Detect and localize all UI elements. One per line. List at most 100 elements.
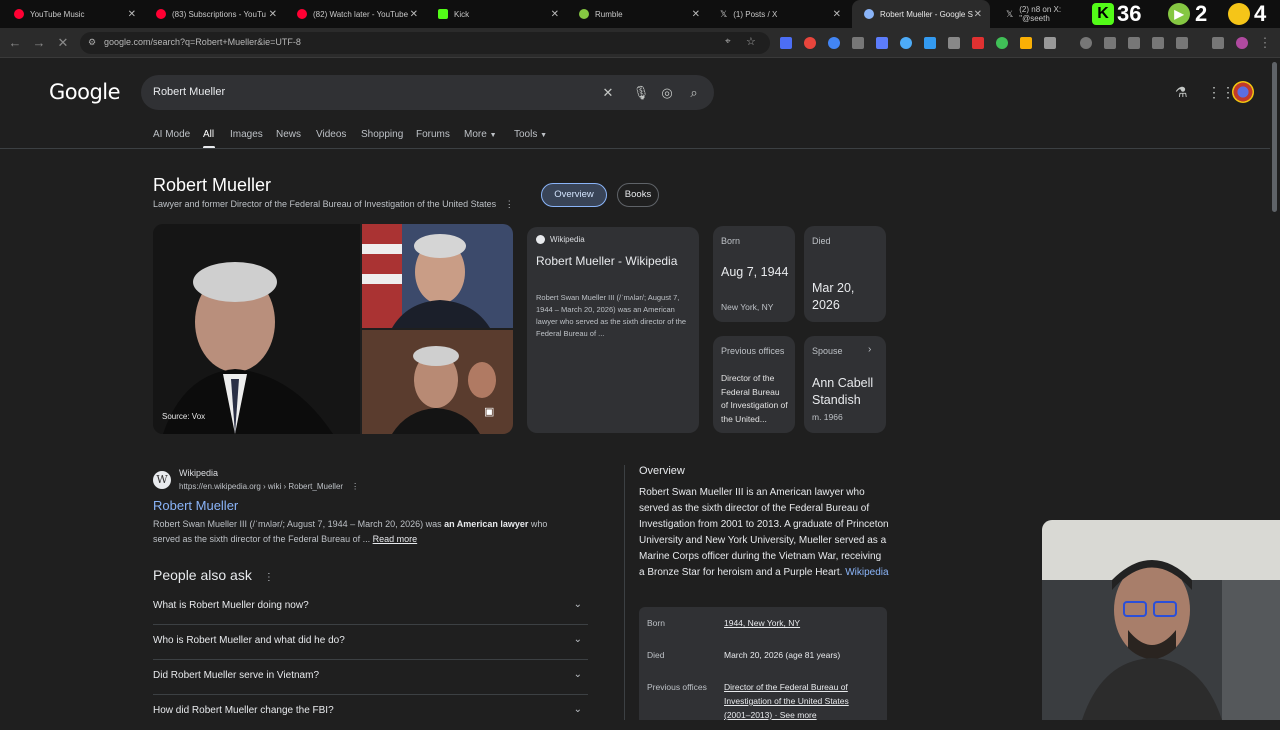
result-site-name: Wikipedia [179,468,219,478]
paa-question[interactable]: How did Robert Mueller change the FBI? ⌄ [153,695,588,730]
extension-icon[interactable] [804,37,816,49]
died-card[interactable]: Died Mar 20, 2026 [804,226,886,322]
history-icon[interactable] [1080,37,1092,49]
location-icon[interactable]: ⌖ [725,36,731,47]
caret-down-icon: ▼ [540,132,548,139]
devtools-icon[interactable] [1104,37,1116,49]
rumble-icon: ▶ [1168,3,1190,25]
downloads-icon[interactable] [1176,37,1188,49]
close-icon[interactable]: ✕ [551,9,559,20]
rumble-icon [579,9,589,19]
portrait-image [362,224,513,328]
fact-value[interactable]: 1944, New York, NY [724,616,800,630]
lens-icon[interactable]: ◎ [658,84,676,102]
google-logo[interactable]: Google [49,80,121,104]
snippet-text: Robert Swan Mueller III (/ˈmʌlər/; Augus… [153,519,445,529]
extensions-puzzle-icon[interactable] [1044,37,1056,49]
tab-more[interactable]: More ▼ [464,129,497,140]
born-card[interactable]: Born Aug 7, 1944 New York, NY [713,226,795,322]
search-input[interactable]: Robert Mueller ✕ 🎙 ◎ ⌕ [141,75,714,110]
tab-rumble[interactable]: Rumble ✕ [567,0,708,28]
extension-icon[interactable] [996,37,1008,49]
fact-label: Died [647,650,665,660]
close-icon[interactable]: ✕ [410,9,418,20]
menu-icon[interactable]: ⋮ [1256,34,1274,52]
x-icon: 𝕏 [720,8,728,19]
extension-icon[interactable] [780,37,792,49]
search-icon[interactable]: ⌕ [685,84,703,102]
tab-x-posts[interactable]: 𝕏 (1) Posts / X ✕ [708,0,849,28]
microphone-icon[interactable]: 🎙 [632,84,650,102]
forward-icon[interactable]: → [30,34,48,52]
close-icon[interactable]: ✕ [833,9,841,20]
tab-google-search[interactable]: Robert Mueller - Google S ✕ [852,0,990,28]
card-label: Spouse [812,346,843,356]
tab-watch-later[interactable]: (82) Watch later - YouTube ✕ [285,0,426,28]
paa-question[interactable]: Who is Robert Mueller and what did he do… [153,625,588,660]
result-title-link[interactable]: Robert Mueller [153,498,238,513]
tab-subscriptions[interactable]: (83) Subscriptions - YouTu ✕ [144,0,285,28]
code-icon[interactable] [1128,37,1140,49]
more-label: More [464,129,487,140]
offices-card[interactable]: Previous offices Director of the Federal… [713,336,795,433]
tab-x-reply[interactable]: 𝕏 (2) n8 on X: "@seeth [994,0,1090,28]
tab-forums[interactable]: Forums [416,129,450,140]
stop-icon[interactable]: ✕ [54,34,72,52]
extension-icon[interactable] [1020,37,1032,49]
card-title: Robert Mueller - Wikipedia [536,254,678,268]
page-scrollbar[interactable] [1272,62,1277,212]
tab-all[interactable]: All [203,129,214,140]
more-options-icon[interactable]: ⋮ [351,482,359,491]
tab-shopping[interactable]: Shopping [361,129,403,140]
address-bar[interactable]: ⚙ google.com/search?q=Robert+Mueller&ie=… [80,32,770,54]
labs-flask-icon[interactable]: ⚗ [1175,84,1188,101]
paa-question[interactable]: What is Robert Mueller doing now? ⌄ [153,590,588,625]
clear-icon[interactable]: ✕ [599,84,617,102]
extension-icon[interactable] [900,37,912,49]
photo-hearing[interactable]: ▣ [362,330,513,434]
tab-videos[interactable]: Videos [316,129,346,140]
pill-overview[interactable]: Overview [541,183,607,207]
main-photo[interactable]: Source: Vox [153,224,360,434]
profile-icon[interactable] [1236,37,1248,49]
back-icon[interactable]: ← [6,34,24,52]
tab-tools[interactable]: Tools ▼ [514,129,547,140]
wikipedia-icon [536,235,545,244]
more-options-icon[interactable]: ⋮ [264,572,274,583]
marriage-year: m. 1966 [812,412,843,422]
webcam-feed [1042,520,1280,720]
avatar[interactable] [1232,81,1254,103]
tab-kick[interactable]: Kick ✕ [426,0,567,28]
tab-youtube-music[interactable]: YouTube Music ✕ [2,0,144,28]
extension-icon[interactable] [828,37,840,49]
spouse-card[interactable]: Spouse › Ann Cabell Standish m. 1966 [804,336,886,433]
close-icon[interactable]: ✕ [269,9,277,20]
fact-label: Born [647,618,665,628]
read-more-link[interactable]: Read more [373,534,418,544]
wikipedia-link[interactable]: Wikipedia [845,567,888,578]
paa-question[interactable]: Did Robert Mueller serve in Vietnam? ⌄ [153,660,588,695]
extension-icon[interactable] [972,37,984,49]
chevron-down-icon: ⌄ [573,599,582,610]
photo-flag[interactable] [362,224,513,328]
tab-news[interactable]: News [276,129,301,140]
close-icon[interactable]: ✕ [128,9,136,20]
fact-value[interactable]: Director of the Federal Bureau of Invest… [724,680,874,722]
pill-books[interactable]: Books [617,183,659,207]
close-icon[interactable]: ✕ [692,9,700,20]
bookmark-star-icon[interactable]: ☆ [746,35,756,48]
tab-images[interactable]: Images [230,129,263,140]
image-search-icon[interactable]: ▣ [484,405,494,418]
extension-icon[interactable] [852,37,864,49]
extension-icon[interactable] [924,37,936,49]
apps-grid-icon[interactable]: ⋮⋮ [1207,84,1235,101]
bookmarks-icon[interactable] [1212,37,1224,49]
extension-icon[interactable] [876,37,888,49]
close-icon[interactable]: ✕ [974,9,982,20]
more-options-icon[interactable]: ⋮ [505,199,514,209]
sidebar-icon[interactable] [1152,37,1164,49]
extension-icon[interactable] [948,37,960,49]
wikipedia-card[interactable]: Wikipedia Robert Mueller - Wikipedia Rob… [527,227,699,433]
tab-ai-mode[interactable]: AI Mode [153,129,190,140]
site-info-icon[interactable]: ⚙ [88,37,96,48]
